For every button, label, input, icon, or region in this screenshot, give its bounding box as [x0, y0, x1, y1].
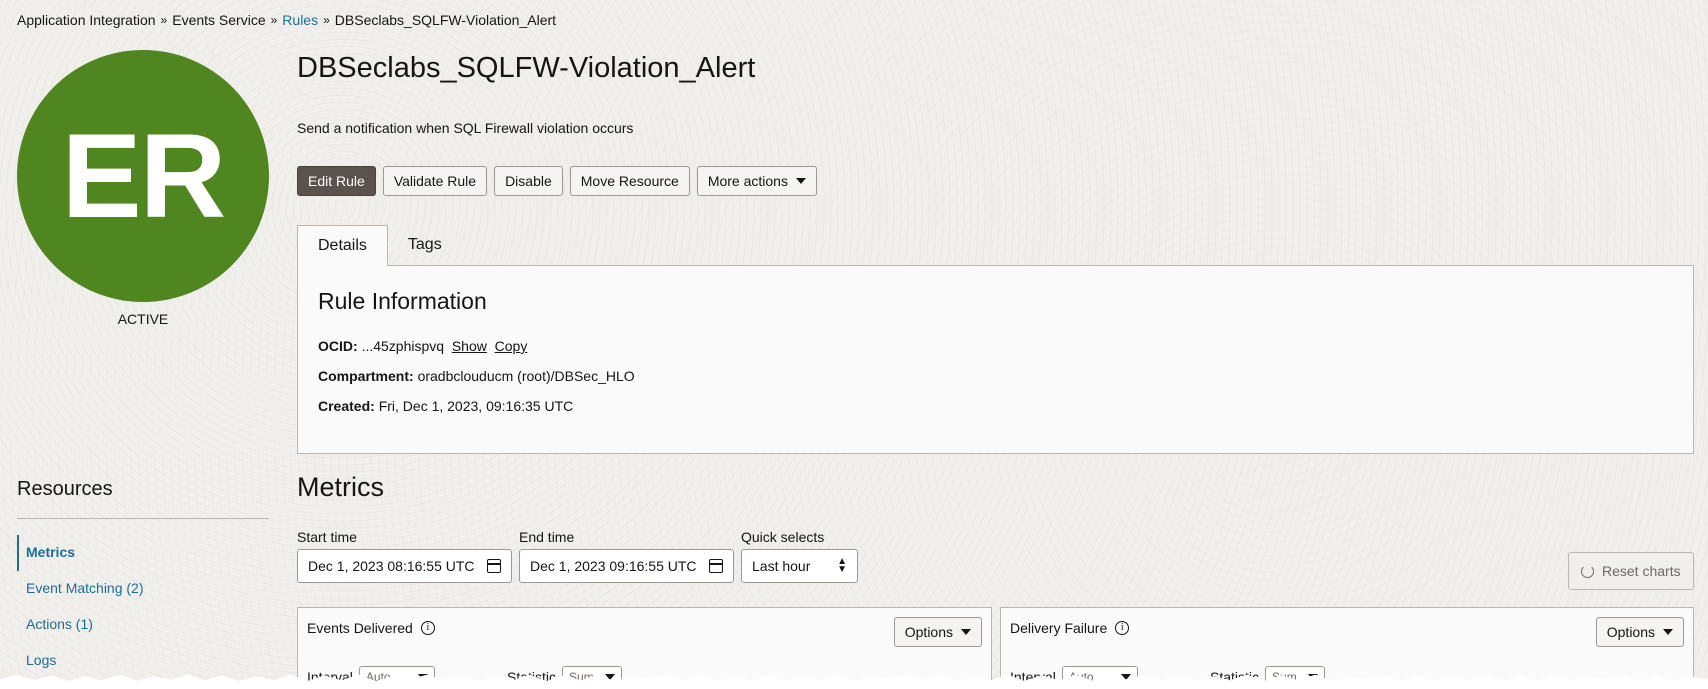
breadcrumb: Application Integration » Events Service… [17, 12, 556, 28]
start-time-field[interactable]: Dec 1, 2023 08:16:55 UTC [297, 549, 512, 583]
breadcrumb-separator: » [323, 13, 330, 27]
avatar-initials: ER [61, 109, 227, 243]
resources-heading: Resources [17, 478, 113, 500]
refresh-icon [1581, 564, 1594, 578]
options-button[interactable]: Options [1595, 617, 1684, 647]
calendar-icon[interactable] [709, 559, 723, 573]
reset-charts-label: Reset charts [1602, 563, 1681, 579]
info-icon[interactable]: i [1115, 621, 1130, 635]
ocid-value: ...45zphispvq [361, 338, 445, 354]
tab-details[interactable]: Details [297, 225, 388, 266]
resources-divider [17, 518, 269, 519]
quick-selects-dropdown[interactable]: Last hour ▲ ▼ [741, 549, 858, 583]
rule-information-panel: Rule Information OCID: ...45zphispvq Sho… [297, 265, 1694, 454]
end-time-label: End time [519, 529, 575, 545]
more-actions-label: More actions [707, 173, 788, 189]
breadcrumb-events-service[interactable]: Events Service [172, 12, 265, 28]
quick-selects-value: Last hour [752, 558, 811, 574]
start-time-value: Dec 1, 2023 08:16:55 UTC [308, 558, 475, 574]
breadcrumb-separator: » [160, 13, 168, 27]
tab-tags[interactable]: Tags [388, 225, 462, 265]
created-row: Created: Fri, Dec 1, 2023, 09:16:35 UTC [318, 398, 573, 414]
more-actions-button[interactable]: More actions [696, 166, 817, 196]
ocid-row: OCID: ...45zphispvq Show Copy [318, 338, 527, 354]
action-toolbar: Edit Rule Validate Rule Disable Move Res… [297, 166, 817, 196]
ocid-show-link[interactable]: Show [452, 338, 487, 354]
info-icon[interactable]: i [420, 621, 435, 635]
resources-item-logs[interactable]: Logs [17, 643, 269, 679]
resources-item-actions[interactable]: Actions (1) [17, 607, 269, 643]
compartment-value: oradbclouducm (root)/DBSec_HLO [417, 368, 635, 384]
events-delivered-title: Events Delivered i [307, 620, 435, 636]
chevron-down-icon [961, 629, 971, 635]
events-delivered-card: Events Delivered i Options Interval Auto… [297, 607, 992, 689]
end-time-value: Dec 1, 2023 09:16:55 UTC [530, 558, 697, 574]
calendar-icon[interactable] [487, 559, 501, 573]
breadcrumb-separator: » [270, 13, 278, 27]
card-title-text: Delivery Failure [1010, 620, 1108, 636]
options-label: Options [904, 624, 953, 640]
created-label: Created: [318, 398, 375, 414]
resources-item-event-matching[interactable]: Event Matching (2) [17, 571, 269, 607]
rule-description: Send a notification when SQL Firewall vi… [297, 120, 634, 136]
compartment-label: Compartment: [318, 368, 414, 384]
ocid-copy-link[interactable]: Copy [495, 338, 528, 354]
options-label: Options [1606, 624, 1655, 640]
breadcrumb-current-rule: DBSeclabs_SQLFW-Violation_Alert [334, 12, 557, 28]
breadcrumb-rules[interactable]: Rules [282, 12, 318, 28]
breadcrumb-application-integration[interactable]: Application Integration [17, 12, 156, 28]
rule-information-heading: Rule Information [318, 288, 487, 314]
chevron-down-icon [1663, 629, 1673, 635]
ocid-label: OCID: [318, 338, 358, 354]
reset-charts-button[interactable]: Reset charts [1568, 552, 1694, 590]
chevron-down-icon [795, 178, 806, 184]
end-time-field[interactable]: Dec 1, 2023 09:16:55 UTC [519, 549, 734, 583]
move-resource-button[interactable]: Move Resource [569, 166, 690, 196]
validate-rule-button[interactable]: Validate Rule [382, 166, 488, 196]
resources-item-metrics[interactable]: Metrics [17, 535, 269, 571]
card-title-text: Events Delivered [307, 620, 413, 636]
resources-nav: Metrics Event Matching (2) Actions (1) L… [17, 535, 269, 679]
disable-button[interactable]: Disable [494, 166, 563, 196]
compartment-row: Compartment: oradbclouducm (root)/DBSec_… [318, 368, 635, 384]
quick-selects-label: Quick selects [741, 529, 825, 545]
start-time-label: Start time [297, 529, 357, 545]
resource-avatar: ER [17, 50, 269, 302]
status-label: ACTIVE [117, 311, 169, 327]
options-button[interactable]: Options [893, 617, 982, 647]
sort-arrows-icon: ▲ ▼ [837, 556, 847, 575]
created-value: Fri, Dec 1, 2023, 09:16:35 UTC [378, 398, 574, 414]
delivery-failure-title: Delivery Failure i [1010, 620, 1130, 636]
page-title: DBSeclabs_SQLFW-Violation_Alert [297, 52, 756, 84]
detail-tabs: Details Tags [297, 225, 462, 266]
edit-rule-button[interactable]: Edit Rule [297, 166, 376, 196]
metrics-heading: Metrics [297, 472, 384, 502]
